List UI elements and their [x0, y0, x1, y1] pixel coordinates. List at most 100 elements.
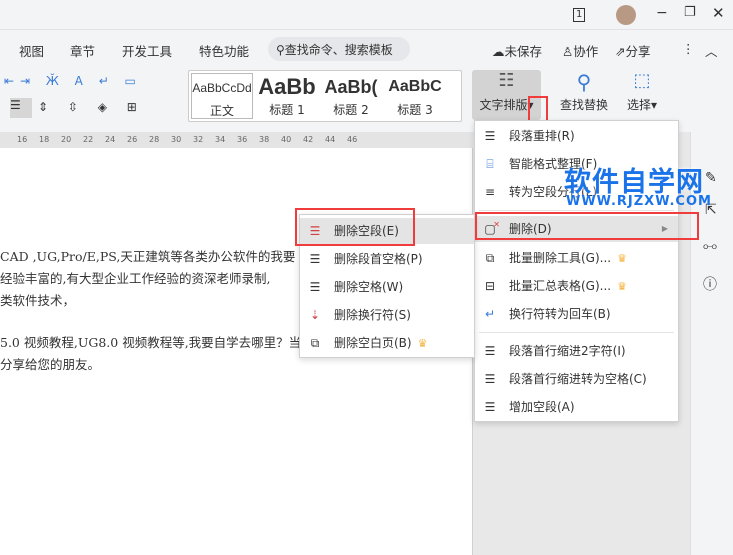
- style-normal[interactable]: AaBbCcDd 正文: [191, 73, 253, 119]
- menu-item-label: 批量删除工具(G)...: [509, 251, 612, 265]
- style-preview: AaBb: [258, 74, 316, 99]
- menu-item-delete-spaces[interactable]: ☰ 删除空格(W): [300, 274, 474, 300]
- select-cursor-icon: ⬚: [633, 70, 651, 91]
- table-summary-icon: ⊟: [484, 279, 496, 293]
- search-icon: ⚲: [276, 43, 285, 57]
- unsaved-status[interactable]: ☁未保存: [492, 41, 542, 60]
- title-bar: 1 − ❐ ✕: [0, 0, 733, 30]
- ruler-tick-label: 42: [303, 135, 314, 144]
- menu-item-linebreak-to-enter[interactable]: ↵ 换行符转为回车(B): [475, 301, 678, 327]
- ruler-tick-label: 16: [17, 135, 28, 144]
- find-replace-label: 查找替换: [559, 98, 608, 112]
- menu-item-label: 段落首行缩进2字符(I): [509, 344, 626, 358]
- menu-item-label: 段落首行缩进转为空格(C): [509, 372, 647, 386]
- divider: [479, 332, 674, 333]
- doc-line: 5.0 视频教程,UG8.0 视频教程等,我要自学去哪里？当然是: [0, 335, 327, 350]
- tab-chapter[interactable]: 章节: [70, 41, 95, 60]
- highlight-box-delete-empty: [295, 208, 415, 246]
- more-icon[interactable]: ⋮: [682, 41, 695, 56]
- unsaved-label: 未保存: [504, 44, 543, 59]
- close-icon[interactable]: ✕: [712, 4, 725, 22]
- menu-item-indent-to-space[interactable]: ☰ 段落首行缩进转为空格(C): [475, 366, 678, 392]
- page-count-badge[interactable]: 1: [573, 8, 586, 22]
- linebreak-icon: ↵: [484, 307, 496, 321]
- restore-icon[interactable]: ❐: [684, 5, 696, 20]
- collaborate-button[interactable]: ♙协作: [562, 41, 598, 60]
- ruler-tick-label: 24: [105, 135, 116, 144]
- doc-line: 经验丰富的,有大型企业工作经验的资深老师录制,: [0, 271, 271, 286]
- indent-space-icon: ☰: [484, 372, 496, 386]
- doc-line: CAD ,UG,Pro/E,PS,天正建筑等各类办公软件的我要: [0, 249, 296, 264]
- ruler-tick-label: 46: [347, 135, 358, 144]
- style-preview: AaBb(: [324, 77, 378, 97]
- menu-item-delete-blank-page[interactable]: ⧉ 删除空白页(B) ♛: [300, 330, 474, 356]
- tab-features[interactable]: 特色功能: [199, 41, 249, 60]
- style-heading-2[interactable]: AaBb( 标题 2: [319, 73, 383, 119]
- menu-item-label: 删除空格(W): [334, 280, 404, 294]
- tab-developer[interactable]: 开发工具: [122, 41, 172, 60]
- paragraph-icon: ☰: [484, 129, 496, 143]
- tab-view[interactable]: 视图: [19, 41, 44, 60]
- minimize-icon[interactable]: −: [656, 5, 668, 21]
- text-layout-label: 文字排版: [479, 98, 528, 112]
- menu-item-delete-leading-spaces[interactable]: ☰ 删除段首空格(P): [300, 246, 474, 272]
- add-paragraph-icon: ☰: [484, 400, 496, 414]
- settings-slider-icon[interactable]: ⧟: [703, 238, 717, 254]
- ruler-tick-label: 32: [193, 135, 204, 144]
- batch-delete-icon: ⧉: [485, 251, 495, 265]
- ruler-tick-label: 18: [39, 135, 50, 144]
- magnifier-icon: ⚲: [576, 70, 592, 94]
- style-gallery: AaBbCcDd 正文 AaBb 标题 1 AaBb( 标题 2 AaBbC 标题 3: [188, 70, 462, 122]
- style-label: 标题 3: [397, 103, 433, 117]
- crown-icon: ♛: [617, 252, 627, 265]
- menu-item-indent-2[interactable]: ☰ 段落首行缩进2字符(I): [475, 338, 678, 364]
- style-label: 标题 2: [333, 103, 369, 117]
- menu-item-label: 删除段首空格(P): [334, 252, 423, 266]
- ruler-tick-label: 44: [325, 135, 336, 144]
- watermark-url: WWW.RJZXW.COM: [566, 194, 712, 209]
- menu-item-label: 段落重排(R): [509, 129, 575, 143]
- spaces-icon: ☰: [309, 280, 321, 294]
- ruler-tick-label: 20: [61, 135, 72, 144]
- doc-line: 类软件技术，: [0, 293, 76, 308]
- ruler-tick-label: 36: [237, 135, 248, 144]
- ruler: 16 18 20 22 24 26 28 30 32 34 36 38 40 42 44 46: [0, 132, 473, 148]
- collapse-ribbon-icon[interactable]: ︿: [705, 41, 718, 60]
- linebreak-delete-icon: ⇣: [309, 308, 321, 322]
- menu-item-add-empty-para[interactable]: ☰ 增加空段(A): [475, 394, 678, 420]
- divider: [479, 210, 674, 211]
- style-heading-1[interactable]: AaBb 标题 1: [255, 73, 319, 119]
- edit-icon[interactable]: ✎: [705, 170, 717, 186]
- ruler-tick-label: 26: [127, 135, 138, 144]
- menu-item-reflow[interactable]: ☰ 段落重排(R): [475, 123, 678, 149]
- lines-icon: ≡: [484, 185, 496, 199]
- menu-item-label: 删除换行符(S): [334, 308, 411, 322]
- menu-item-batch-delete[interactable]: ⧉ 批量删除工具(G)... ♛: [475, 245, 678, 271]
- find-replace-button[interactable]: ⚲ 查找替换: [556, 70, 612, 113]
- ruler-tick-label: 22: [83, 135, 94, 144]
- share-button[interactable]: ⇗分享: [615, 41, 651, 60]
- style-label: 标题 1: [269, 103, 305, 117]
- menu-item-label: 批量汇总表格(G)...: [509, 279, 612, 293]
- justify-icon[interactable]: ☰: [10, 98, 32, 118]
- select-button[interactable]: ⬚ 选择▾: [622, 70, 662, 113]
- collaborate-label: 协作: [573, 44, 599, 59]
- avatar[interactable]: [616, 5, 636, 25]
- ruler-tick-label: 28: [149, 135, 160, 144]
- crown-icon: ♛: [617, 280, 627, 293]
- blank-page-icon: ⧉: [310, 336, 320, 350]
- spacing-tools-icon[interactable]: ⇕ ⇳ ◈ ⊞: [38, 100, 145, 114]
- command-search[interactable]: ⚲查找命令、搜索模板: [268, 37, 410, 61]
- search-placeholder: 查找命令、搜索模板: [284, 43, 393, 57]
- menu-item-delete-linebreaks[interactable]: ⇣ 删除换行符(S): [300, 302, 474, 328]
- ruler-tick-label: 30: [171, 135, 182, 144]
- help-icon[interactable]: ⓘ: [703, 274, 717, 294]
- ruler-tick-label: 38: [259, 135, 270, 144]
- style-heading-3[interactable]: AaBbC 标题 3: [383, 73, 447, 119]
- menu-item-label: 删除空白页(B): [334, 336, 412, 350]
- style-preview: AaBbC: [388, 78, 442, 95]
- paragraph-tools-icon[interactable]: ⇤⇥ Ӂ A ↵ ▭: [4, 74, 142, 88]
- smart-format-icon: ⌸: [486, 157, 494, 171]
- menu-item-batch-summary[interactable]: ⊟ 批量汇总表格(G)... ♛: [475, 273, 678, 299]
- menu-item-label: 增加空段(A): [509, 400, 575, 414]
